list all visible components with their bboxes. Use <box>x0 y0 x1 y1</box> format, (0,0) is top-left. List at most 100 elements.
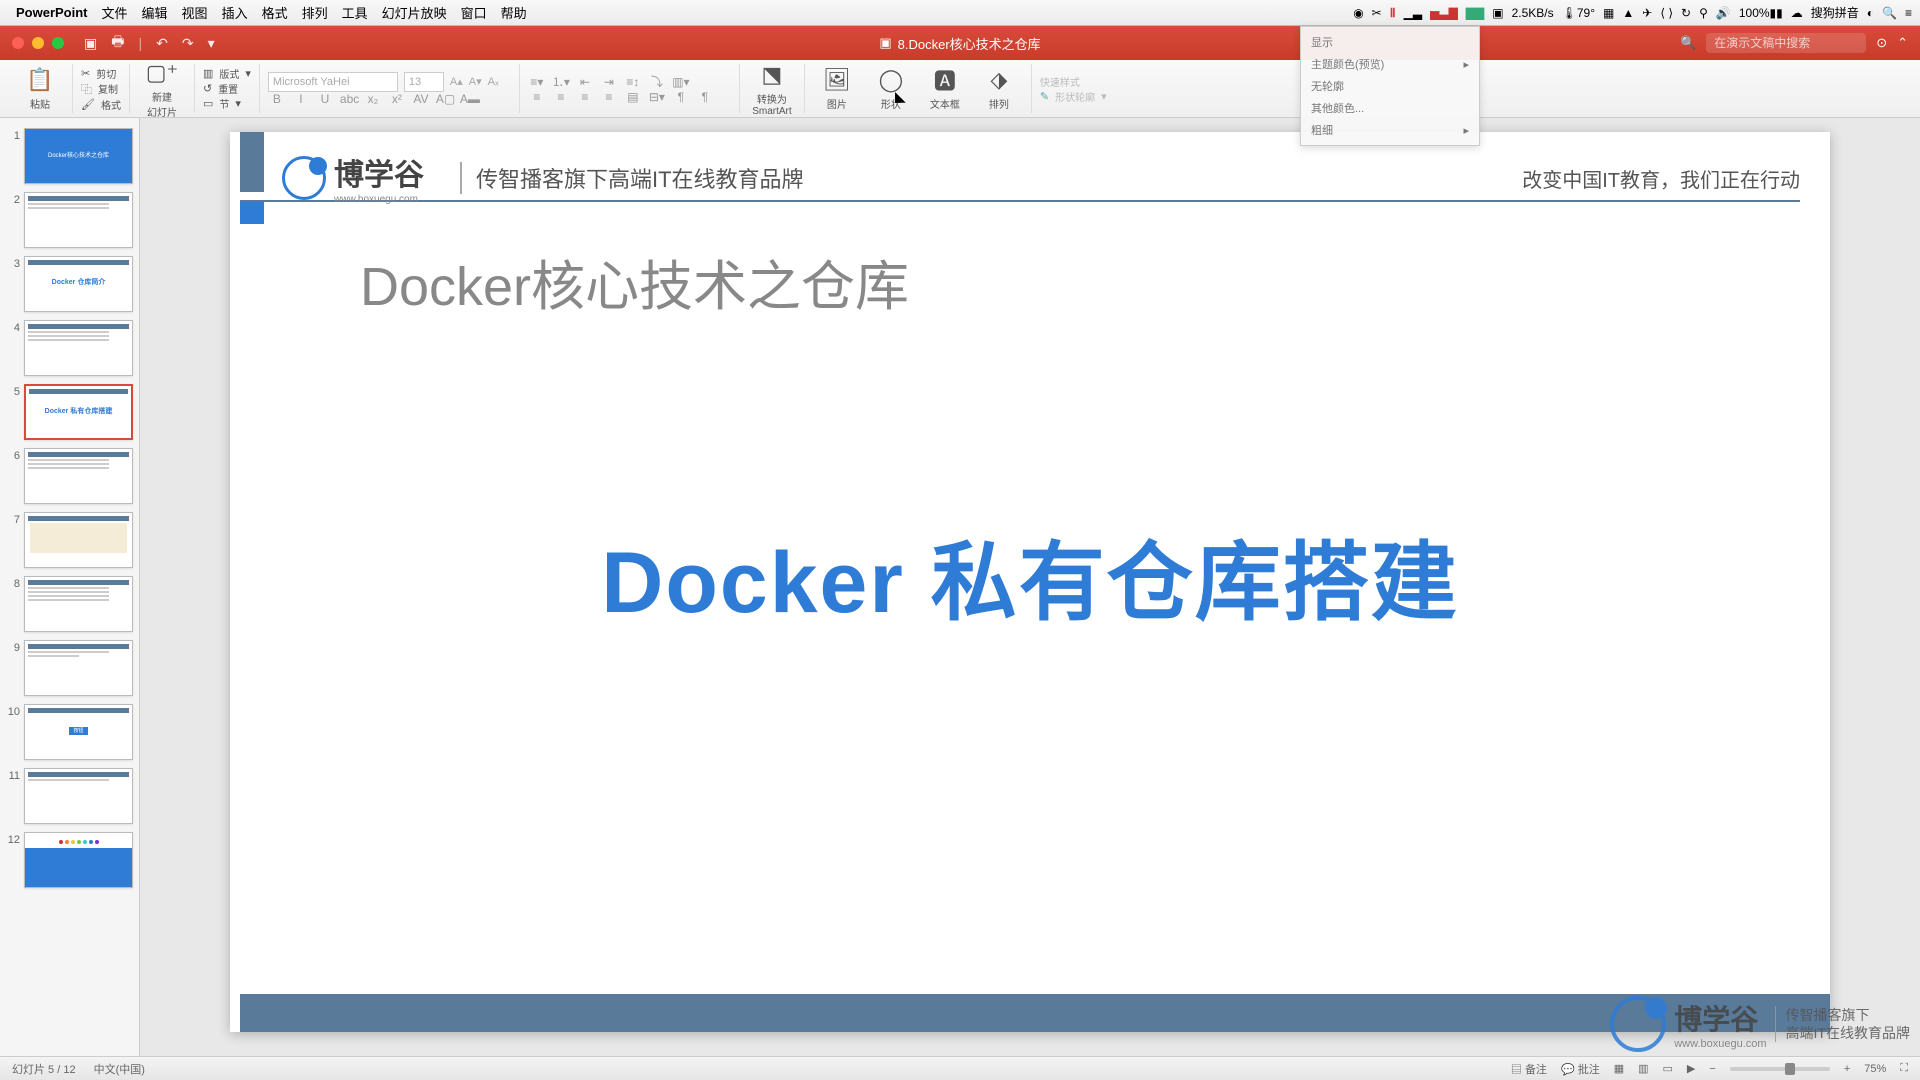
columns-icon[interactable]: ▥▾ <box>672 75 690 89</box>
menu-arrange[interactable]: 排列 <box>302 3 328 22</box>
reset-label[interactable]: 重置 <box>218 81 238 96</box>
format-painter-icon[interactable]: 🖌 <box>81 98 95 111</box>
menu-help[interactable]: 帮助 <box>501 3 527 22</box>
menu-tools[interactable]: 工具 <box>342 3 368 22</box>
copy-label[interactable]: 复制 <box>98 81 118 96</box>
siri-icon[interactable]: ◐ <box>1867 6 1874 20</box>
zoom-out-icon[interactable]: − <box>1709 1063 1715 1075</box>
thumb-11[interactable] <box>24 768 133 824</box>
view-sorter-icon[interactable]: ▥ <box>1638 1062 1648 1075</box>
thumb-4[interactable] <box>24 320 133 376</box>
comments-button[interactable]: 💬 批注 <box>1561 1061 1600 1077</box>
quickstyle-label[interactable]: 快速样式 <box>1040 74 1080 89</box>
font-size-combo[interactable]: 13 <box>404 72 444 92</box>
obs-icon[interactable]: ◉ <box>1353 6 1363 20</box>
app-name[interactable]: PowerPoint <box>16 5 88 20</box>
ime-label[interactable]: 搜狗拼音 <box>1811 4 1859 21</box>
thumb-12[interactable] <box>24 832 133 888</box>
bold-icon[interactable]: B <box>268 92 286 106</box>
underline-icon[interactable]: U <box>316 92 334 106</box>
plane-icon[interactable]: ✈ <box>1642 6 1652 20</box>
activity-icon[interactable]: ▅▃▇ <box>1430 6 1458 20</box>
redo-icon[interactable]: ↷ <box>182 35 194 52</box>
thumb-9[interactable] <box>24 640 133 696</box>
layout-icon[interactable]: ▥ <box>203 67 213 80</box>
maximize-button[interactable] <box>52 37 64 49</box>
sync-icon[interactable]: ↻ <box>1681 6 1691 20</box>
box-icon[interactable]: ▣ <box>1492 6 1503 20</box>
text-direction-icon[interactable]: ⤵ <box>648 73 666 90</box>
menu-slideshow[interactable]: 幻灯片放映 <box>382 3 447 22</box>
save-icon[interactable]: ▣ <box>84 35 97 52</box>
distribute-icon[interactable]: ▤ <box>624 90 642 104</box>
font-color-icon[interactable]: A▬ <box>460 92 478 106</box>
font-combo[interactable]: Microsoft YaHei <box>268 72 398 92</box>
new-slide-button[interactable]: ▢⁺ 新建 幻灯片 <box>138 57 186 121</box>
strike-icon[interactable]: abc <box>340 92 358 106</box>
thumb-8[interactable] <box>24 576 133 632</box>
zoom-value[interactable]: 75% <box>1864 1063 1886 1075</box>
bars-icon[interactable]: ▇▇ <box>1466 6 1484 20</box>
indent-dec-icon[interactable]: ⇤ <box>576 75 594 89</box>
undo-icon[interactable]: ↶ <box>156 35 168 52</box>
notification-icon[interactable]: ≡ <box>1905 6 1912 20</box>
section-label[interactable]: 节 <box>219 96 229 111</box>
picture-button[interactable]: 🖼图片 <box>813 64 861 113</box>
menu-edit[interactable]: 编辑 <box>142 3 168 22</box>
rtl-icon[interactable]: ¶ <box>672 90 690 104</box>
highlight-icon[interactable]: A▢ <box>436 92 454 106</box>
align-center-icon[interactable]: ≡ <box>552 90 570 104</box>
ribbon-expand-icon[interactable]: ⌃ <box>1897 35 1908 51</box>
shape-outline-label[interactable]: 形状轮廓 <box>1055 89 1095 104</box>
scissors-icon[interactable]: ✂ <box>1372 6 1382 20</box>
fp-no-outline[interactable]: 无轮廓 <box>1301 75 1479 97</box>
close-button[interactable] <box>12 37 24 49</box>
cut-label[interactable]: 剪切 <box>96 66 116 81</box>
thumb-2[interactable] <box>24 192 133 248</box>
thumb-6[interactable] <box>24 448 133 504</box>
ltr-icon[interactable]: ¶ <box>696 90 714 104</box>
cut-icon[interactable]: ✂ <box>81 67 90 80</box>
textbox-button[interactable]: 🅰文本框 <box>921 64 969 113</box>
menu-file[interactable]: 文件 <box>102 3 128 22</box>
indent-inc-icon[interactable]: ⇥ <box>600 75 618 89</box>
menu-view[interactable]: 视图 <box>182 3 208 22</box>
minimize-button[interactable] <box>32 37 44 49</box>
spotlight-icon[interactable]: 🔍 <box>1882 6 1897 20</box>
layout-label[interactable]: 版式 <box>219 66 239 81</box>
convert-smartart-button[interactable]: ⬔ 转换为 SmartArt <box>748 59 796 119</box>
code-icon[interactable]: ⟨ ⟩ <box>1660 6 1673 20</box>
language-label[interactable]: 中文(中国) <box>94 1061 145 1077</box>
thumb-7[interactable] <box>24 512 133 568</box>
qat-more-icon[interactable]: ▾ <box>208 35 215 52</box>
slide-canvas[interactable]: 博学谷 www.boxuegu.com 传智播客旗下高端IT在线教育品牌 改变中… <box>230 132 1830 1032</box>
menu-insert[interactable]: 插入 <box>222 3 248 22</box>
subscript-icon[interactable]: x₂ <box>364 92 382 106</box>
shape-fill-dropdown[interactable]: 显示 主题颜色(预览)▸ 无轮廓 其他颜色... 粗细▸ <box>1300 26 1480 146</box>
format-painter-label[interactable]: 格式 <box>101 97 121 112</box>
thumb-10[interactable]: 按钮 <box>24 704 133 760</box>
reset-icon[interactable]: ↺ <box>203 82 212 95</box>
wifi-icon[interactable]: ⚲ <box>1699 6 1708 20</box>
thumb-5[interactable]: Docker 私有仓库搭建 <box>24 384 133 440</box>
pause-icon[interactable]: Ⅱ <box>1390 6 1396 20</box>
ribbon-collapse-icon[interactable]: ⊙ <box>1876 35 1887 51</box>
print-icon[interactable]: 🖶 <box>111 31 124 55</box>
shield-icon[interactable]: ▲ <box>1622 6 1634 20</box>
cloud-icon[interactable]: ☁ <box>1791 6 1803 20</box>
view-slideshow-icon[interactable]: ▶ <box>1687 1062 1695 1075</box>
fp-theme-colors[interactable]: 主题颜色(预览)▸ <box>1301 53 1479 75</box>
align-justify-icon[interactable]: ≡ <box>600 90 618 104</box>
superscript-icon[interactable]: x² <box>388 92 406 106</box>
italic-icon[interactable]: I <box>292 92 310 106</box>
menu-window[interactable]: 窗口 <box>461 3 487 22</box>
grid-icon[interactable]: ▦ <box>1603 6 1614 20</box>
bullets-icon[interactable]: ≡▾ <box>528 75 546 89</box>
menu-format[interactable]: 格式 <box>262 3 288 22</box>
temp-icon[interactable]: 🌡79° <box>1562 6 1595 20</box>
fp-more-colors[interactable]: 其他颜色... <box>1301 97 1479 119</box>
align-right-icon[interactable]: ≡ <box>576 90 594 104</box>
volume-icon[interactable]: 🔊 <box>1716 6 1731 20</box>
shapes-button[interactable]: ◯形状 <box>867 64 915 113</box>
slide-editor[interactable]: 博学谷 www.boxuegu.com 传智播客旗下高端IT在线教育品牌 改变中… <box>140 118 1920 1056</box>
